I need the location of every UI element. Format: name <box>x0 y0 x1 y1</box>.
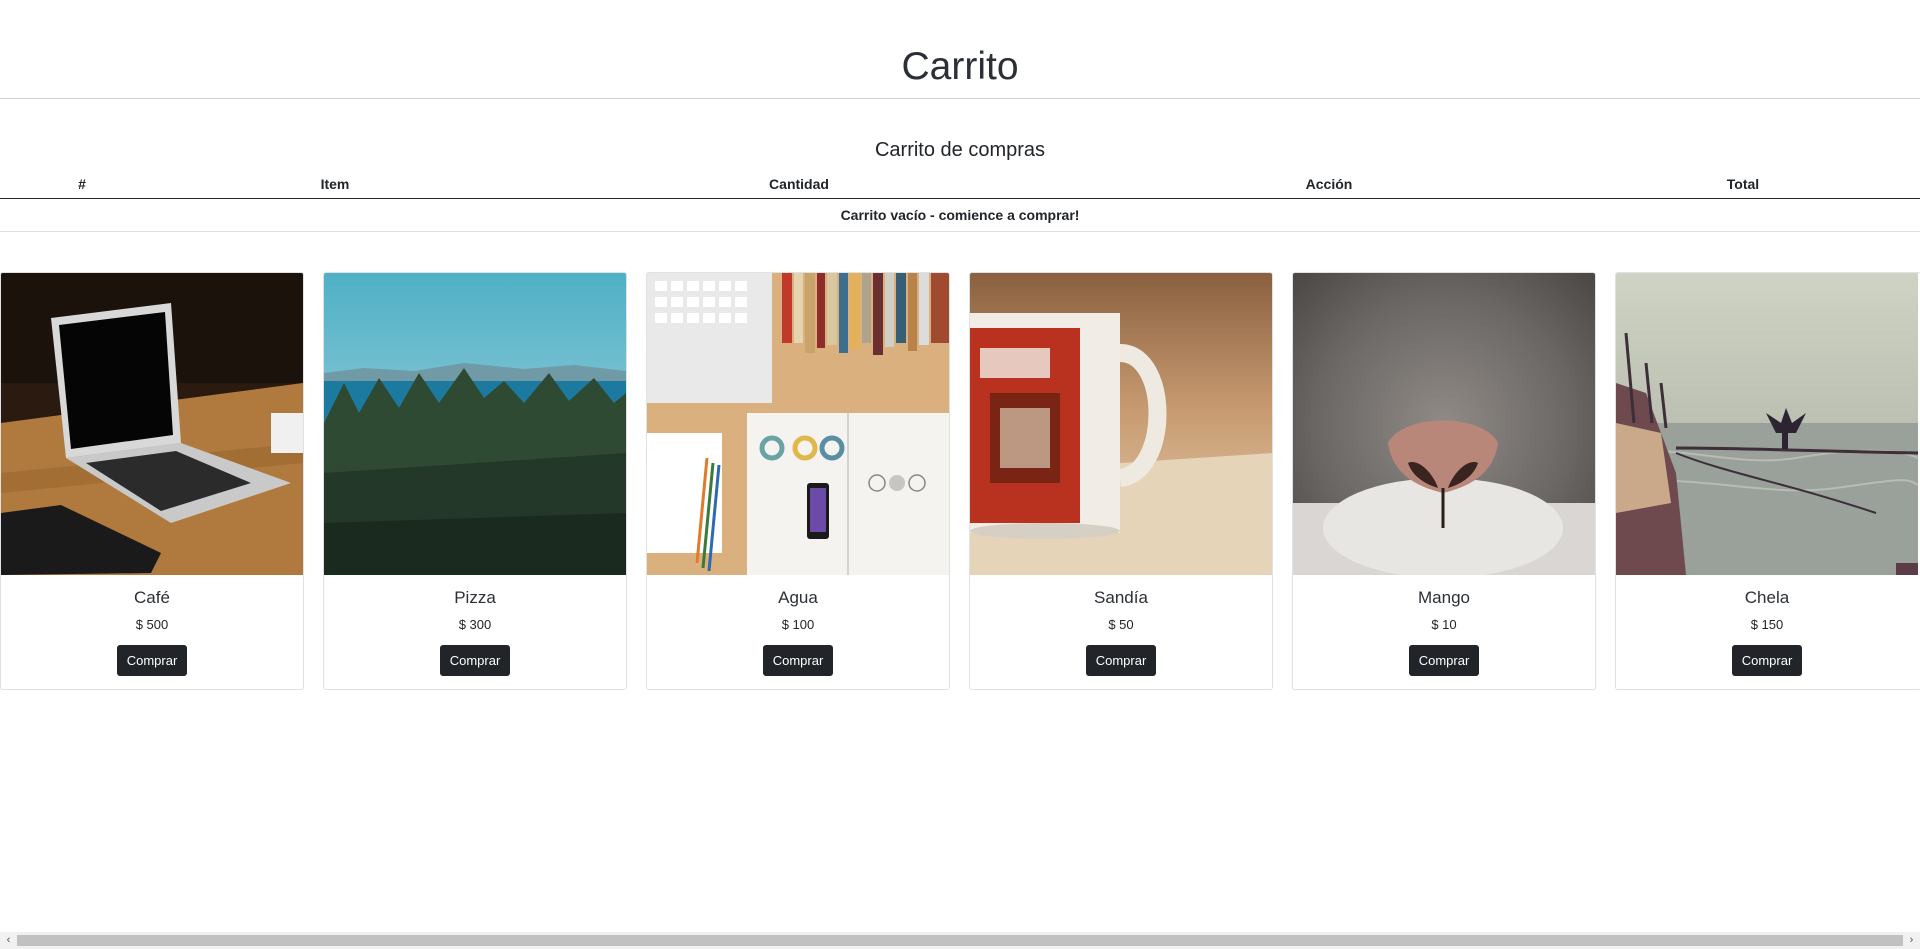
product-image <box>1616 273 1918 575</box>
product-image <box>970 273 1272 575</box>
scrollbar-thumb[interactable] <box>17 935 1903 946</box>
product-name: Pizza <box>454 588 496 607</box>
product-name: Chela <box>1744 588 1790 607</box>
product-card: Mango $ 10 Comprar <box>1292 272 1596 690</box>
scroll-left-icon[interactable]: ‹ <box>0 932 17 949</box>
cart-title: Carrito de compras <box>874 139 1046 161</box>
product-card: Sandía $ 50 Comprar <box>969 272 1273 690</box>
product-card: Café $ 500 Comprar <box>0 272 304 690</box>
column-header-total: Total <box>1566 170 1920 199</box>
product-price: $ 10 <box>1431 617 1457 632</box>
product-card: Pizza $ 300 Comprar <box>323 272 627 690</box>
column-header-action: Acción <box>1092 170 1566 199</box>
buy-button[interactable]: Comprar <box>117 645 187 676</box>
product-price: $ 300 <box>458 617 492 632</box>
buy-button[interactable]: Comprar <box>1409 645 1479 676</box>
header-divider <box>0 98 1920 99</box>
product-price: $ 100 <box>781 617 815 632</box>
column-header-quantity: Cantidad <box>506 170 1092 199</box>
product-name: Agua <box>778 588 818 607</box>
product-image <box>647 273 949 575</box>
product-image <box>1293 273 1595 575</box>
column-header-item: Item <box>164 170 506 199</box>
product-price: $ 50 <box>1108 617 1134 632</box>
buy-button[interactable]: Comprar <box>1086 645 1156 676</box>
product-card: Chela $ 150 Comprar <box>1615 272 1920 690</box>
product-image <box>324 273 626 575</box>
cart-table-header-row: # Item Cantidad Acción Total <box>0 170 1920 199</box>
product-price: $ 500 <box>135 617 169 632</box>
buy-button[interactable]: Comprar <box>763 645 833 676</box>
product-grid: Café $ 500 Comprar Pizza $ 300 Comprar A… <box>0 272 1920 690</box>
buy-button[interactable]: Comprar <box>1732 645 1802 676</box>
product-card: Agua $ 100 Comprar <box>646 272 950 690</box>
product-name: Sandía <box>1094 588 1148 607</box>
empty-cart-message: Carrito vacío - comience a comprar! <box>0 198 1920 232</box>
buy-button[interactable]: Comprar <box>440 645 510 676</box>
page-title: Carrito <box>901 45 1019 88</box>
cart-table: # Item Cantidad Acción Total Carrito vac… <box>0 170 1920 232</box>
table-row: Carrito vacío - comience a comprar! <box>0 198 1920 232</box>
scroll-right-icon[interactable]: › <box>1903 932 1920 949</box>
page: Carrito Carrito de compras # Item Cantid… <box>0 0 1920 932</box>
product-name: Mango <box>1418 588 1470 607</box>
product-image <box>1 273 303 575</box>
product-name: Café <box>134 588 170 607</box>
column-header-index: # <box>0 170 164 199</box>
horizontal-scrollbar[interactable]: ‹ › <box>0 932 1920 949</box>
product-price: $ 150 <box>1750 617 1784 632</box>
